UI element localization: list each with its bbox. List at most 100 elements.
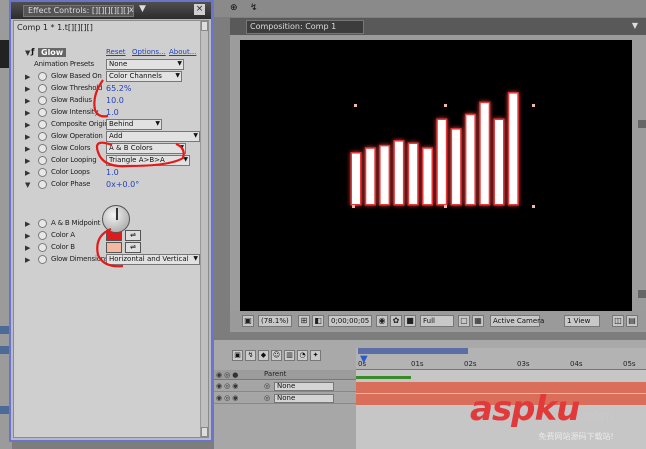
brainstorm-icon[interactable]: ✦	[310, 350, 321, 361]
title-safe-icon[interactable]: ⊞	[298, 315, 310, 327]
mask-toggle-icon[interactable]: ◧	[312, 315, 324, 327]
stopwatch-icon[interactable]	[38, 156, 47, 165]
stopwatch-icon[interactable]	[38, 168, 47, 177]
fx-toggle-icon[interactable]: ƒ	[31, 47, 34, 56]
work-area-bar[interactable]	[358, 348, 468, 354]
property-row[interactable]: ▶ Glow Intensity 1.0	[14, 107, 208, 119]
parent-dropdown[interactable]: None	[274, 382, 334, 391]
comp-mini-flowchart-icon[interactable]: ▣	[232, 350, 243, 361]
stopwatch-icon[interactable]	[38, 219, 47, 228]
stopwatch-icon[interactable]	[38, 231, 47, 240]
property-row[interactable]: ▶ Glow Operation Add ▼	[14, 131, 208, 143]
draft-3d-icon[interactable]: ◆	[258, 350, 269, 361]
current-time-display[interactable]: 0;00;00;05	[328, 315, 373, 327]
region-of-interest-icon[interactable]: ▢	[458, 315, 470, 327]
layer-handle[interactable]	[444, 205, 447, 208]
stopwatch-icon[interactable]	[38, 108, 47, 117]
expand-triangle-icon[interactable]: ▶	[25, 121, 30, 129]
pan-behind-tool-icon[interactable]: ⊕	[230, 3, 238, 13]
property-row[interactable]: Animation Presets None ▼	[14, 59, 208, 71]
layer-row[interactable]: ◉◎◉ ◎ None	[214, 393, 356, 404]
expand-triangle-icon[interactable]: ▶	[25, 97, 30, 105]
property-row[interactable]: ▶ Color Looping Triangle A>B>A ▼	[14, 155, 208, 167]
expand-triangle-icon[interactable]: ▶	[25, 133, 30, 141]
property-row[interactable]: ▶ Glow Based On Color Channels ▼	[14, 71, 208, 83]
color-channel-icon[interactable]: ■	[404, 315, 416, 327]
options-link[interactable]: Options...	[132, 48, 166, 56]
pick-whip-icon[interactable]: ◎	[264, 382, 270, 390]
layer-handle[interactable]	[354, 104, 357, 107]
magnification-dropdown[interactable]: (78.1%)	[258, 315, 292, 327]
property-dropdown[interactable]: Color Channels ▼	[106, 71, 182, 82]
tab-close-icon[interactable]: x	[129, 5, 134, 14]
effect-controls-scrollbar[interactable]	[200, 21, 208, 437]
show-channel-icon[interactable]: ✿	[390, 315, 402, 327]
panel-menu-icon[interactable]: ▼	[139, 4, 146, 14]
expand-triangle-icon[interactable]: ▶	[25, 244, 30, 252]
property-value[interactable]: 1.0	[106, 168, 119, 177]
about-link[interactable]: About...	[169, 48, 196, 56]
composition-tab[interactable]: Composition: Comp 1	[246, 20, 364, 34]
property-dropdown[interactable]: Horizontal and Vertical ▼	[106, 254, 200, 265]
expand-triangle-icon[interactable]: ▶	[25, 73, 30, 81]
expand-triangle-icon[interactable]: ▶	[25, 109, 30, 117]
expand-triangle-icon[interactable]: ▶	[25, 157, 30, 165]
always-preview-icon[interactable]: ▣	[242, 315, 254, 327]
property-value[interactable]: 65.2%	[106, 84, 131, 93]
camera-view-dropdown[interactable]: Active Camera	[490, 315, 544, 327]
property-dropdown[interactable]: Triangle A>B>A ▼	[106, 155, 190, 166]
effect-controls-tab[interactable]: Effect Controls: [][][][][][]	[23, 5, 135, 17]
property-dropdown[interactable]: Behind ▼	[106, 119, 162, 130]
pick-whip-icon[interactable]: ◎	[264, 394, 270, 402]
property-row[interactable]: ▶ Glow Dimensions Horizontal and Vertical ▼	[14, 254, 208, 266]
expand-triangle-icon[interactable]: ▶	[25, 256, 30, 264]
layer-switches-icon[interactable]: ◉◎◉	[216, 382, 240, 390]
property-row[interactable]: ▶ Composite Original Behind ▼	[14, 119, 208, 131]
composition-viewer[interactable]	[240, 40, 632, 320]
property-row[interactable]: ▶ Glow Radius 10.0	[14, 95, 208, 107]
property-value[interactable]: 0x+0.0°	[106, 180, 139, 189]
parent-dropdown[interactable]: None	[274, 394, 334, 403]
expand-triangle-icon[interactable]: ▶	[25, 85, 30, 93]
stopwatch-icon[interactable]	[38, 96, 47, 105]
layer-handle[interactable]	[444, 104, 447, 107]
property-row[interactable]: ▼ Color Phase 0x+0.0°	[14, 179, 208, 191]
frame-blending-icon[interactable]: ▥	[284, 350, 295, 361]
property-row[interactable]: ▶ Glow Threshold 65.2%	[14, 83, 208, 95]
scroll-down-arrow-icon[interactable]	[201, 427, 208, 437]
resolution-dropdown[interactable]: Full	[420, 315, 454, 327]
panel-menu-icon[interactable]: ▼	[632, 21, 638, 30]
angle-dial-icon[interactable]	[102, 205, 130, 233]
hide-shy-layers-icon[interactable]: ☺	[271, 350, 282, 361]
property-dropdown[interactable]: A & B Colors ▼	[106, 143, 186, 154]
layer-switches-icon[interactable]: ◉◎◉	[216, 394, 240, 402]
property-row[interactable]: ▶ Color B ⇌	[14, 242, 208, 254]
stopwatch-icon[interactable]	[38, 132, 47, 141]
property-row[interactable]: ▶ Glow Colors A & B Colors ▼	[14, 143, 208, 155]
eyedropper-icon[interactable]: ⇌	[125, 242, 141, 253]
layer-handle[interactable]	[532, 205, 535, 208]
property-dropdown[interactable]: None ▼	[106, 59, 184, 70]
property-value[interactable]: 10.0	[106, 96, 124, 105]
stopwatch-icon[interactable]	[38, 84, 47, 93]
expand-triangle-icon[interactable]: ▼	[25, 49, 30, 57]
stopwatch-icon[interactable]	[38, 72, 47, 81]
layer-handle[interactable]	[532, 104, 535, 107]
fast-previews-icon[interactable]: ▤	[626, 315, 638, 327]
layer-row[interactable]: ◉◎◉ ◎ None	[214, 381, 356, 392]
transparency-grid-icon[interactable]: ▦	[472, 315, 484, 327]
expand-triangle-icon[interactable]: ▶	[25, 145, 30, 153]
color-swatch[interactable]	[106, 242, 122, 253]
stopwatch-icon[interactable]	[38, 120, 47, 129]
expand-triangle-icon[interactable]: ▶	[25, 232, 30, 240]
color-phase-dial[interactable]	[102, 205, 132, 235]
expand-triangle-icon[interactable]: ▶	[25, 169, 30, 177]
stopwatch-icon[interactable]	[38, 243, 47, 252]
stopwatch-icon[interactable]	[38, 255, 47, 264]
property-row[interactable]: ▶ Color Loops 1.0	[14, 167, 208, 179]
property-dropdown[interactable]: Add ▼	[106, 131, 200, 142]
expand-triangle-icon[interactable]: ▼	[25, 181, 30, 189]
expand-triangle-icon[interactable]: ▶	[25, 220, 30, 228]
property-value[interactable]: 1.0	[106, 108, 119, 117]
stopwatch-icon[interactable]	[38, 180, 47, 189]
